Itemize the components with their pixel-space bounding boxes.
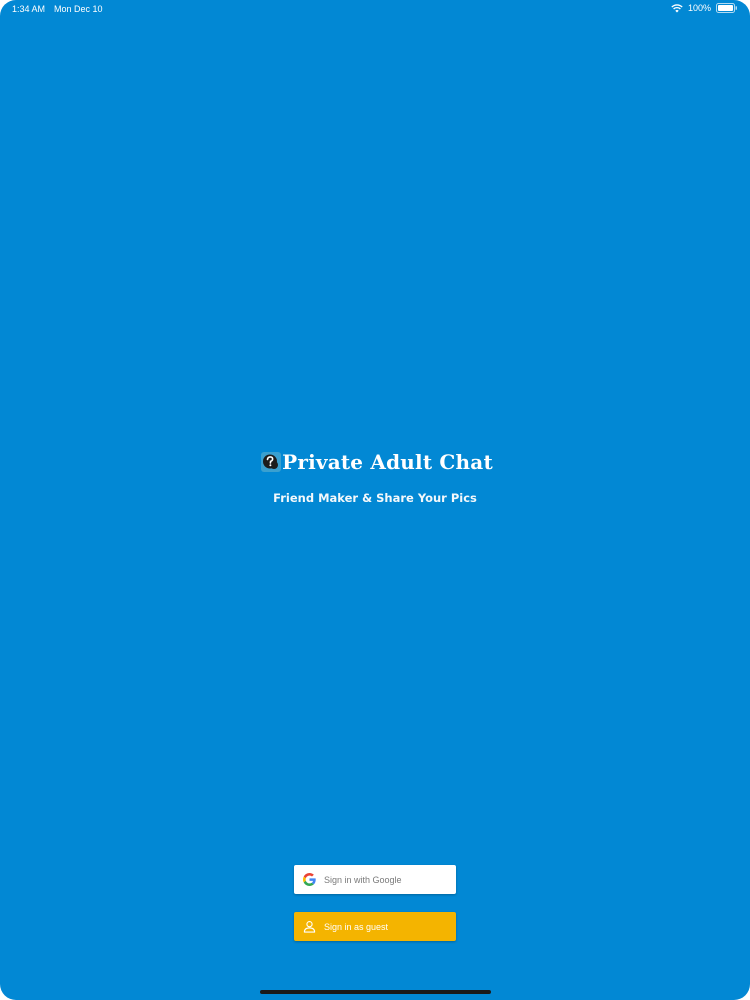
sign-in-guest-button[interactable]: Sign in as guest [294,912,456,941]
sign-in-guest-label: Sign in as guest [324,921,389,932]
status-time: 1:34 AM [12,4,46,14]
home-indicator[interactable] [260,990,491,994]
chat-logo-icon [261,452,282,472]
sign-in-google-button[interactable]: Sign in with Google [294,865,456,894]
battery-icon [716,3,738,13]
status-indicators: 100% [671,3,738,13]
status-date: Mon Dec 10 [54,4,103,14]
sign-in-google-label: Sign in with Google [324,874,402,885]
app-title-row: Private Adult Chat [0,450,750,474]
wifi-icon [671,3,683,13]
app-subtitle: Friend Maker & Share Your Pics [273,491,477,505]
app-title: Private Adult Chat [282,450,493,474]
battery-percentage: 100% [687,3,711,13]
status-bar: 1:34 AM Mon Dec 10 100% [0,0,750,18]
google-g-icon [302,873,316,887]
person-icon [302,920,316,934]
app-screen: 1:34 AM Mon Dec 10 100% Private Adult Ch… [0,0,750,1000]
